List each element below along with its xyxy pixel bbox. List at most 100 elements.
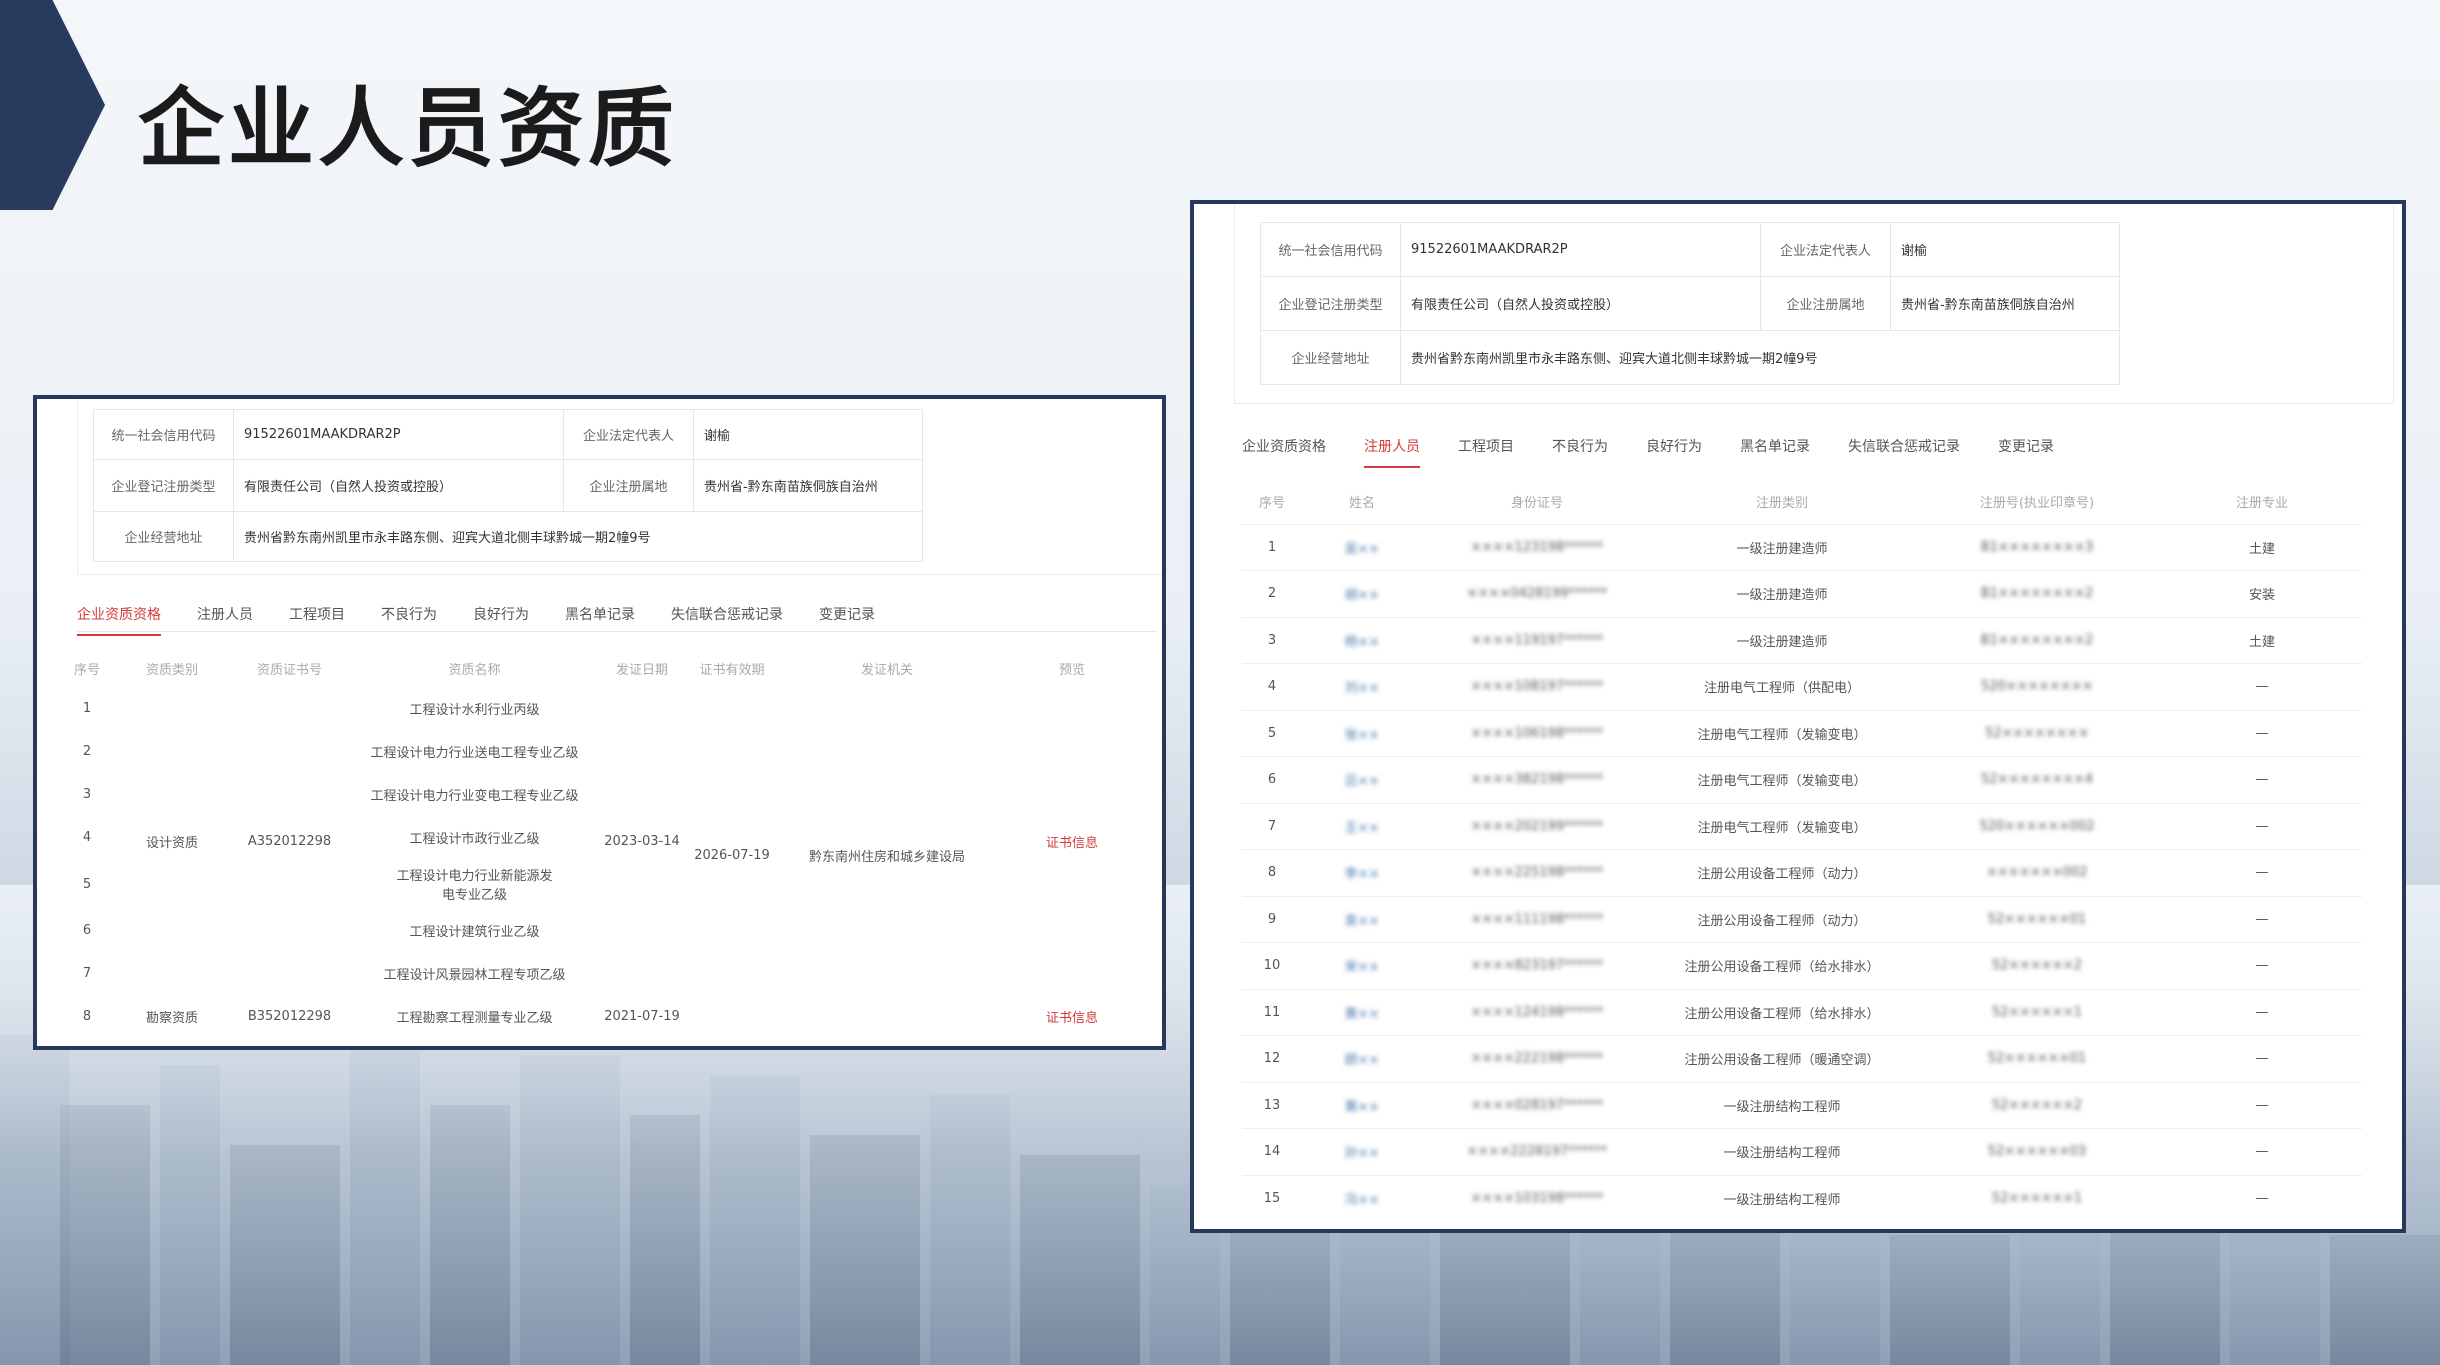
tab-qualification[interactable]: 企业资质资格 bbox=[77, 604, 161, 636]
row-no: 6 bbox=[82, 923, 92, 938]
row-no: 11 bbox=[1242, 988, 1302, 1036]
col-header: 发证机关 bbox=[860, 662, 913, 678]
row-no: 6 bbox=[1242, 756, 1302, 803]
qual-cert-no: B352012298 bbox=[247, 1009, 332, 1024]
row-no: 1 bbox=[82, 701, 92, 716]
row-no: 3 bbox=[1242, 616, 1302, 664]
staff-reg-no: 52×××××××× bbox=[1912, 709, 2162, 757]
qual-category: 设计资质 bbox=[145, 835, 198, 851]
reg-type-label: 企业登记注册类型 bbox=[1260, 276, 1401, 331]
tab-projects[interactable]: 工程项目 bbox=[289, 604, 345, 624]
tab-good-behavior[interactable]: 良好行为 bbox=[473, 604, 529, 624]
qual-cert-no: A352012298 bbox=[247, 833, 332, 849]
col-header: 身份证号 bbox=[1510, 496, 1563, 512]
staff-category: 一级注册结构工程师 bbox=[1652, 1174, 1912, 1222]
row-no: 9 bbox=[1242, 895, 1302, 943]
corner-arrow-decoration bbox=[0, 0, 105, 210]
table-row: 9 袁×× ××××111198****** 注册公用设备工程师（动力） 52×… bbox=[1242, 895, 2362, 943]
staff-category: 一级注册建造师 bbox=[1652, 523, 1912, 571]
col-header: 资质证书号 bbox=[256, 662, 322, 678]
staff-id: ××××382198****** bbox=[1422, 756, 1652, 803]
staff-reg-no: 52××××××01 bbox=[1912, 895, 2162, 943]
staff-major: — bbox=[2162, 988, 2362, 1036]
address-label: 企业经营地址 bbox=[1260, 330, 1401, 385]
col-header: 姓名 bbox=[1348, 496, 1375, 512]
tab-registered-staff[interactable]: 注册人员 bbox=[1364, 436, 1420, 468]
staff-id: ××××111198****** bbox=[1422, 895, 1652, 943]
staff-category: 一级注册结构工程师 bbox=[1652, 1128, 1912, 1175]
tab-registered-staff[interactable]: 注册人员 bbox=[197, 604, 253, 624]
qual-name: 工程设计电力行业新能源发电专业乙级 bbox=[396, 869, 553, 903]
legal-rep-value: 谢榆 bbox=[1890, 222, 2120, 277]
staff-name: 吴×× bbox=[1302, 523, 1422, 571]
staff-name: 张×× bbox=[1302, 709, 1422, 757]
tab-qualification[interactable]: 企业资质资格 bbox=[1242, 436, 1326, 456]
staff-reg-no: 52××××××2 bbox=[1912, 1081, 2162, 1129]
reg-place-label: 企业注册属地 bbox=[563, 459, 694, 512]
col-header: 序号 bbox=[1258, 496, 1285, 512]
credit-code-label: 统一社会信用代码 bbox=[1260, 222, 1401, 277]
company-info-table: 统一社会信用代码 91522601MAAKDRAR2P 企业法定代表人 谢榆 企… bbox=[1260, 222, 2120, 385]
staff-name: 胡×× bbox=[1302, 570, 1422, 617]
row-no: 7 bbox=[1242, 802, 1302, 850]
staff-category: 注册公用设备工程师（动力） bbox=[1652, 849, 1912, 896]
address-value: 贵州省黔东南州凯里市永丰路东侧、迎宾大道北侧丰球黔城一期2幢9号 bbox=[233, 511, 923, 562]
tab-projects[interactable]: 工程项目 bbox=[1458, 436, 1514, 456]
staff-reg-no: 52××××××1 bbox=[1912, 1174, 2162, 1222]
reg-place-label: 企业注册属地 bbox=[1760, 276, 1891, 331]
staff-major: — bbox=[2162, 709, 2362, 757]
staff-name: 王×× bbox=[1302, 802, 1422, 850]
col-header: 证书有效期 bbox=[699, 662, 765, 678]
row-no: 4 bbox=[1242, 663, 1302, 710]
staff-category: 注册公用设备工程师（暖通空调） bbox=[1652, 1035, 1912, 1082]
row-no: 14 bbox=[1242, 1128, 1302, 1175]
qualification-screenshot-panel: 统一社会信用代码 91522601MAAKDRAR2P 企业法定代表人 谢榆 企… bbox=[33, 395, 1166, 1050]
credit-code-value: 91522601MAAKDRAR2P bbox=[233, 409, 564, 460]
row-no: 10 bbox=[1242, 942, 1302, 989]
tab-changes[interactable]: 变更记录 bbox=[819, 604, 875, 624]
table-row: 15 冯×× ××××103198****** 一级注册结构工程师 52××××… bbox=[1242, 1174, 2362, 1222]
tab-changes[interactable]: 变更记录 bbox=[1998, 436, 2054, 456]
qualification-table: 序号 资质类别 资质证书号 资质名称 发证日期 证书有效期 发证机关 预览 1 … bbox=[57, 649, 1147, 1038]
row-no: 15 bbox=[1242, 1174, 1302, 1222]
staff-id: ××××108197****** bbox=[1422, 663, 1652, 710]
staff-reg-no: 52××××××××4 bbox=[1912, 756, 2162, 803]
tab-bad-behavior[interactable]: 不良行为 bbox=[1552, 436, 1608, 456]
valid-until bbox=[687, 995, 777, 1038]
staff-category: 注册公用设备工程师（给水排水） bbox=[1652, 942, 1912, 989]
staff-major: 土建 bbox=[2162, 616, 2362, 664]
legal-rep-value: 谢榆 bbox=[693, 409, 923, 460]
row-no: 1 bbox=[1242, 523, 1302, 571]
cert-info-link[interactable]: 证书信息 bbox=[997, 995, 1147, 1038]
staff-id: ××××202199****** bbox=[1422, 802, 1652, 850]
tab-dishonesty[interactable]: 失信联合惩戒记录 bbox=[1848, 436, 1960, 456]
qual-name: 工程勘察工程测量专业乙级 bbox=[396, 1011, 553, 1026]
row-no: 2 bbox=[1242, 570, 1302, 617]
staff-reg-no: B1××××××××2 bbox=[1912, 570, 2162, 617]
staff-id: ××××2228197****** bbox=[1422, 1128, 1652, 1175]
staff-reg-no: B1××××××××3 bbox=[1912, 523, 2162, 571]
staff-name: 冯×× bbox=[1302, 1174, 1422, 1222]
staff-category: 注册电气工程师（供配电） bbox=[1652, 663, 1912, 710]
staff-id: ××××225198****** bbox=[1422, 849, 1652, 896]
qual-name: 工程设计水利行业丙级 bbox=[409, 703, 540, 718]
tab-blacklist[interactable]: 黑名单记录 bbox=[565, 604, 635, 624]
cert-info-link[interactable]: 证书信息 bbox=[997, 687, 1147, 995]
tab-blacklist[interactable]: 黑名单记录 bbox=[1740, 436, 1810, 456]
row-no: 2 bbox=[82, 744, 92, 759]
staff-major: — bbox=[2162, 1128, 2362, 1175]
table-row: 6 吕×× ××××382198****** 注册电气工程师（发输变电） 52×… bbox=[1242, 756, 2362, 803]
qual-name: 工程设计市政行业乙级 bbox=[409, 832, 540, 847]
reg-type-value: 有限责任公司（自然人投资或控股） bbox=[1400, 276, 1761, 331]
col-header: 发证日期 bbox=[615, 662, 668, 678]
staff-reg-no: 52××××××03 bbox=[1912, 1128, 2162, 1175]
tab-dishonesty[interactable]: 失信联合惩戒记录 bbox=[671, 604, 783, 624]
col-header: 资质类别 bbox=[145, 662, 198, 678]
table-row: 5 张×× ××××106198****** 注册电气工程师（发输变电） 52×… bbox=[1242, 709, 2362, 757]
tab-bad-behavior[interactable]: 不良行为 bbox=[381, 604, 437, 624]
tab-bar: 企业资质资格 注册人员 工程项目 不良行为 良好行为 黑名单记录 失信联合惩戒记… bbox=[77, 604, 875, 636]
tab-good-behavior[interactable]: 良好行为 bbox=[1646, 436, 1702, 456]
staff-id: ××××124198****** bbox=[1422, 988, 1652, 1036]
staff-category: 注册电气工程师（发输变电） bbox=[1652, 802, 1912, 850]
qual-name: 工程设计电力行业变电工程专业乙级 bbox=[370, 789, 579, 804]
